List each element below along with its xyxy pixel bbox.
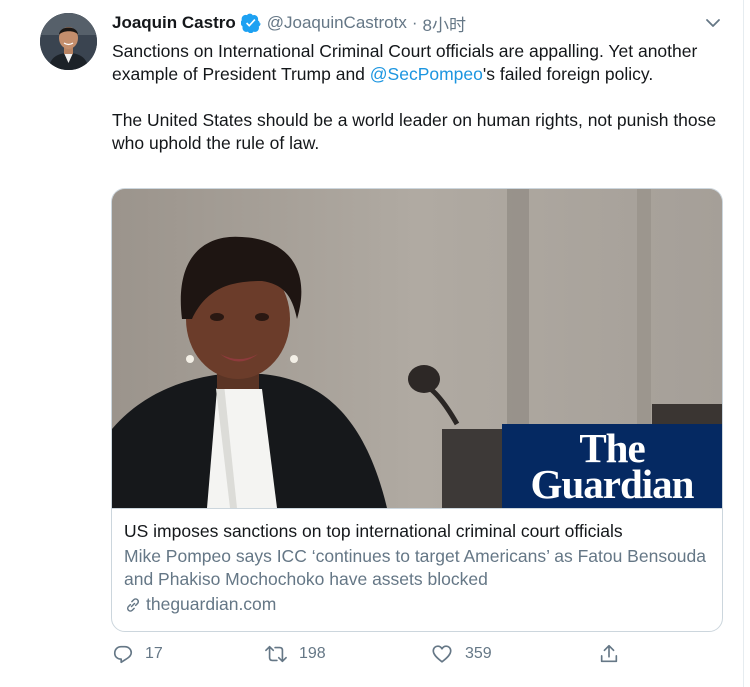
link-card[interactable]: The Guardian US imposes sanctions on top… <box>111 188 723 632</box>
link-icon <box>126 597 140 612</box>
card-domain: theguardian.com <box>124 593 710 616</box>
retweet-icon <box>265 645 287 663</box>
reply-button[interactable]: 17 <box>112 643 163 665</box>
tweet-header: Joaquin Castro @JoaquinCastrotx · 8小时 <box>112 11 466 35</box>
share-icon <box>600 644 618 663</box>
reply-count: 17 <box>145 645 163 662</box>
card-description: Mike Pompeo says ICC ‘continues to targe… <box>124 546 707 589</box>
tweet-timestamp[interactable]: 8小时 <box>423 11 466 36</box>
card-domain-text: theguardian.com <box>146 594 277 614</box>
share-button[interactable] <box>598 643 631 665</box>
reply-icon <box>113 645 133 664</box>
timeline-border <box>743 0 744 687</box>
like-button[interactable]: 359 <box>430 643 492 665</box>
tweet-paragraph-1: Sanctions on International Criminal Cour… <box>112 40 727 86</box>
card-body: US imposes sanctions on top internationa… <box>112 508 722 631</box>
retweet-button[interactable]: 198 <box>264 643 326 665</box>
tweet-text-part: 's failed foreign policy. <box>482 64 654 84</box>
verified-badge-icon <box>240 13 261 33</box>
author-name[interactable]: Joaquin Castro <box>112 13 236 33</box>
header-separator: · <box>411 13 418 32</box>
card-title: US imposes sanctions on top internationa… <box>124 521 623 541</box>
chevron-down-icon[interactable] <box>704 14 722 32</box>
heart-icon <box>432 645 452 663</box>
guardian-logo: The Guardian <box>502 424 722 508</box>
tweet-actions: 17 198 359 <box>112 643 632 667</box>
author-handle[interactable]: @JoaquinCastrotx <box>267 13 407 33</box>
avatar[interactable] <box>40 13 97 70</box>
logo-line-2: Guardian <box>530 461 695 507</box>
tweet-text: Sanctions on International Criminal Cour… <box>112 40 727 155</box>
like-count: 359 <box>465 645 492 662</box>
tweet-paragraph-2: The United States should be a world lead… <box>112 110 717 153</box>
avatar-image <box>40 13 97 70</box>
card-image: The Guardian <box>112 189 722 508</box>
mention-link[interactable]: @SecPompeo <box>370 64 483 84</box>
retweet-count: 198 <box>299 645 326 662</box>
